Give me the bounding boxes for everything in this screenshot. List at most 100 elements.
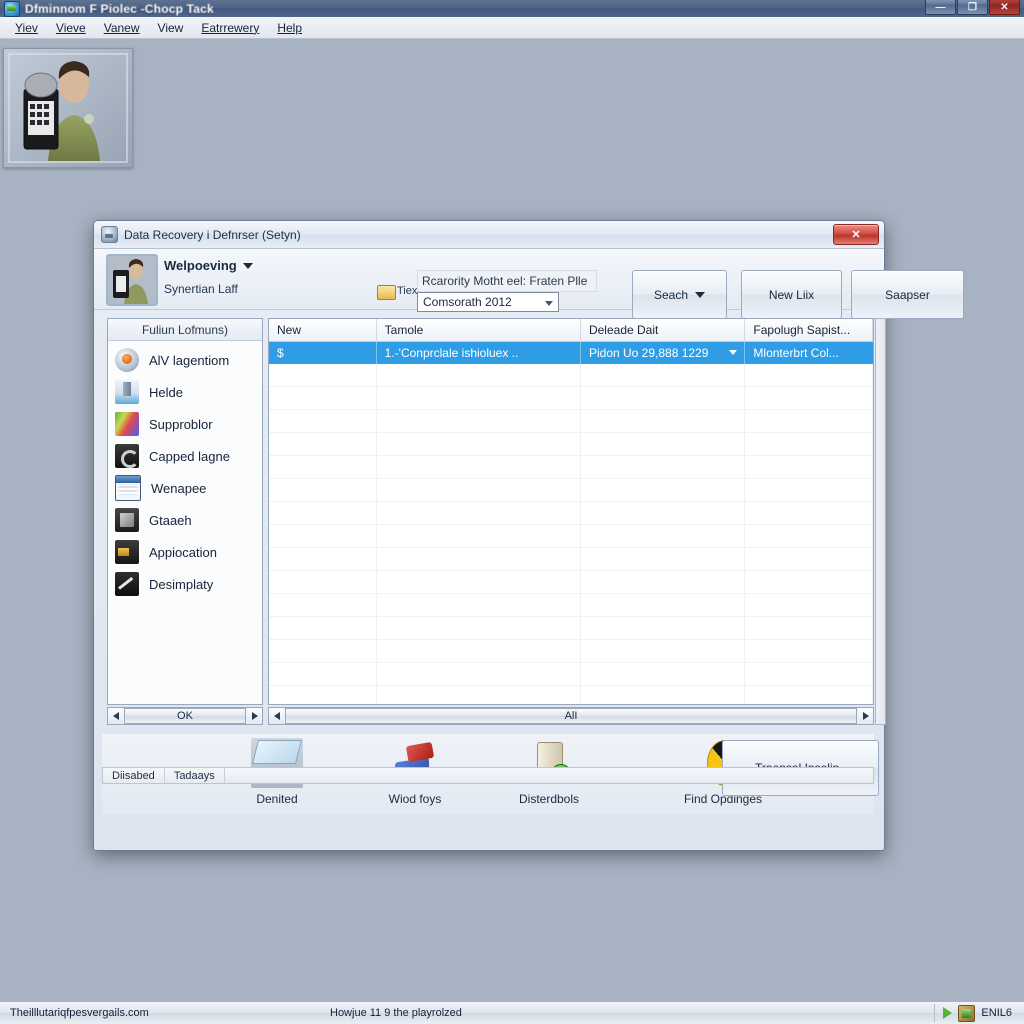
cell-deleade-dait-text: Pidon Uo 29,888 1229 <box>588 346 709 360</box>
menu-item-1[interactable]: Vieve <box>47 19 95 37</box>
column-header-fapolugh[interactable]: Fapolugh Sapist... <box>745 319 873 341</box>
table-row-empty[interactable] <box>269 364 873 387</box>
user-avatar-photo <box>106 254 158 306</box>
cell-empty <box>581 594 746 616</box>
table-row-empty[interactable] <box>269 594 873 617</box>
menu-item-0[interactable]: Yiev <box>6 19 47 37</box>
results-listview[interactable]: New Tamole Deleade Dait Fapolugh Sapist.… <box>268 318 874 705</box>
column-header-new[interactable]: New <box>269 319 377 341</box>
table-row-empty[interactable] <box>269 548 873 571</box>
cell-deleade-dait[interactable]: Pidon Uo 29,888 1229 <box>581 342 746 364</box>
table-row-empty[interactable] <box>269 387 873 410</box>
table-row-empty[interactable] <box>269 525 873 548</box>
window-title: Dfminnom F Piolec -Chocp Tack <box>25 1 214 16</box>
table-row-empty[interactable] <box>269 433 873 456</box>
listview-scroll-thumb[interactable]: AlI <box>285 708 857 724</box>
system-tray: ENIL6 <box>934 1004 1020 1022</box>
dark-slash-icon <box>115 572 139 596</box>
cell-empty <box>581 571 746 593</box>
column-header-deleade-dait[interactable]: Deleade Dait <box>581 319 746 341</box>
column-header-tamole[interactable]: Tamole <box>377 319 581 341</box>
sidebar-item-label: Gtaaeh <box>149 512 192 528</box>
menu-item-3[interactable]: View <box>149 19 193 37</box>
sidebar-item-helde[interactable]: Helde <box>108 376 262 408</box>
person-holding-plaque-photo <box>3 48 133 168</box>
table-row-empty[interactable] <box>269 456 873 479</box>
application-icon <box>115 540 139 564</box>
cell-empty <box>745 617 873 639</box>
table-row-empty[interactable] <box>269 502 873 525</box>
tray-app-icon[interactable] <box>958 1004 976 1022</box>
cell-empty <box>745 548 873 570</box>
cell-empty <box>745 387 873 409</box>
app-icon <box>4 0 20 17</box>
cell-empty <box>581 525 746 547</box>
cell-empty <box>745 594 873 616</box>
version-combobox[interactable]: Comsorath 2012 <box>417 292 559 312</box>
dialog-close-button[interactable]: ✕ <box>833 224 879 245</box>
table-row-empty[interactable] <box>269 571 873 594</box>
dialog-titlebar: Data Recovery i Defnrser (Setyn) ✕ <box>94 221 884 249</box>
cell-empty <box>745 364 873 386</box>
cell-empty <box>269 640 377 662</box>
table-row-empty[interactable] <box>269 640 873 663</box>
sidebar-item-label: Capped lagne <box>149 448 230 464</box>
sidebar-item-desimplaty[interactable]: Desimplaty <box>108 568 262 600</box>
gray-panel-icon <box>115 508 139 532</box>
listview-vertical-scrollbar[interactable] <box>875 318 886 725</box>
menu-item-5-label: Help <box>277 20 303 35</box>
tray-label: ENIL6 <box>981 1007 1012 1019</box>
scroll-right-arrow-icon[interactable] <box>858 708 873 724</box>
sidebar-item-wenapee[interactable]: Wenapee <box>108 472 262 504</box>
maximize-button[interactable]: ❐ <box>957 0 988 15</box>
sidebar-item-capped-lagne[interactable]: Capped lagne <box>108 440 262 472</box>
cell-empty <box>269 663 377 685</box>
menu-item-2[interactable]: Vanew <box>95 19 149 37</box>
table-row-empty[interactable] <box>269 617 873 640</box>
menu-item-4[interactable]: Eatrrewery <box>192 19 268 37</box>
cell-empty <box>269 479 377 501</box>
table-row-empty[interactable] <box>269 686 873 704</box>
sidebar-item-label: Appiocation <box>149 544 217 560</box>
listview-horizontal-scrollbar[interactable]: AlI <box>268 707 874 725</box>
table-row-empty[interactable] <box>269 663 873 686</box>
user-subtitle: Synertian Laff <box>164 282 238 296</box>
user-name-label: Welpoeving <box>164 258 237 273</box>
table-row[interactable]: $ 1.-'Conprclale ishioluex .. Pidon Uo 2… <box>269 342 873 364</box>
tiny-icon-label: Tiex <box>397 285 418 297</box>
dark-loop-icon <box>115 444 139 468</box>
sidebar-scroll-thumb[interactable]: OK <box>124 708 246 724</box>
sidebar-horizontal-scrollbar[interactable]: OK <box>107 707 263 725</box>
sidebar-item-gtaaeh[interactable]: Gtaaeh <box>108 504 262 536</box>
scroll-right-arrow-icon[interactable] <box>247 708 262 724</box>
menubar: Yiev Vieve Vanew View Eatrrewery Help <box>0 17 1024 39</box>
cell-empty <box>269 364 377 386</box>
cell-empty <box>269 387 377 409</box>
avatar-graphic <box>108 256 156 304</box>
user-name-dropdown[interactable]: Welpoeving <box>164 258 253 273</box>
cell-empty <box>269 456 377 478</box>
cell-empty <box>269 433 377 455</box>
sidebar-header: Fuliun Lofmuns) <box>108 319 262 341</box>
table-row-empty[interactable] <box>269 479 873 502</box>
table-row-empty[interactable] <box>269 410 873 433</box>
scroll-left-arrow-icon[interactable] <box>269 708 284 724</box>
sidebar-item-alv-lagentiom[interactable]: AlV lagentiom <box>108 344 262 376</box>
dialog-toolbar: Welpoeving Synertian Laff Tiex Rcarority… <box>94 249 964 319</box>
play-arrow-icon[interactable] <box>943 1007 953 1019</box>
listview-header: New Tamole Deleade Dait Fapolugh Sapist.… <box>269 319 873 342</box>
main-window: Dfminnom F Piolec -Chocp Tack — ❐ ✕ Yiev… <box>0 0 1024 1024</box>
sidebar-item-supproblor[interactable]: Supproblor <box>108 408 262 440</box>
sidebar-item-appiocation[interactable]: Appiocation <box>108 536 262 568</box>
color-swatches-icon <box>115 412 139 436</box>
scroll-left-arrow-icon[interactable] <box>108 708 123 724</box>
window-titlebar: Dfminnom F Piolec -Chocp Tack — ❐ ✕ <box>0 0 1024 18</box>
close-button[interactable]: ✕ <box>989 0 1020 15</box>
sidebar-item-label: Helde <box>149 384 183 400</box>
minimize-button[interactable]: — <box>925 0 956 15</box>
cell-empty <box>377 364 581 386</box>
cell-empty <box>377 525 581 547</box>
menu-item-5[interactable]: Help <box>268 19 311 37</box>
cell-empty <box>745 525 873 547</box>
window-controls: — ❐ ✕ <box>925 0 1020 15</box>
